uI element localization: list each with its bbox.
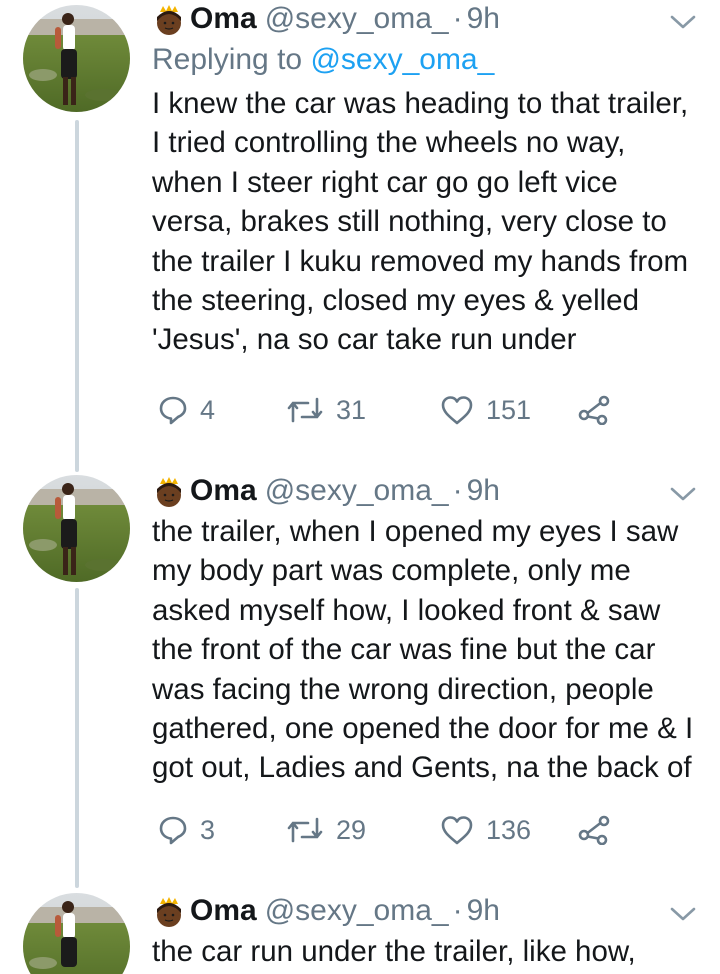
reply-icon	[159, 816, 187, 845]
share-button[interactable]	[578, 815, 610, 845]
reply-button[interactable]: 3	[158, 815, 215, 846]
retweet-button[interactable]: 29	[286, 815, 366, 846]
separator-dot: ·	[452, 894, 463, 927]
timestamp[interactable]: 9h	[467, 894, 500, 928]
thread-line	[75, 588, 79, 888]
user-handle[interactable]: @sexy_oma_	[265, 894, 449, 928]
timestamp[interactable]: 9h	[467, 474, 500, 508]
retweet-icon	[287, 817, 323, 843]
like-button[interactable]: 151	[440, 395, 531, 426]
chevron-down-icon[interactable]	[670, 486, 696, 502]
reply-button[interactable]: 4	[158, 395, 215, 426]
display-name[interactable]: Oma	[190, 474, 257, 508]
heart-icon	[441, 396, 473, 425]
tweet-header: Oma @sexy_oma_ · 9h	[152, 472, 707, 510]
like-button[interactable]: 136	[440, 815, 531, 846]
share-button[interactable]	[578, 395, 610, 425]
tweet-actions: 3 29 136	[158, 812, 618, 848]
tweet-text: the trailer, when I opened my eyes I saw…	[152, 515, 694, 785]
avatar[interactable]	[23, 893, 130, 974]
tweet-text: the car run under the trailer, like how,	[152, 935, 636, 968]
reply-count: 3	[200, 814, 216, 845]
user-handle[interactable]: @sexy_oma_	[265, 474, 449, 508]
share-icon	[578, 815, 610, 845]
chevron-down-icon[interactable]	[670, 14, 696, 30]
chevron-down-icon[interactable]	[670, 906, 696, 922]
heart-icon	[441, 816, 473, 845]
like-count: 151	[486, 394, 532, 425]
display-name[interactable]: Oma	[190, 2, 257, 36]
tweet-actions: 4 31 151	[158, 392, 618, 428]
mention-link[interactable]: @sexy_oma_	[310, 43, 494, 76]
retweet-button[interactable]: 31	[286, 395, 366, 426]
replying-to-label: Replying to	[152, 43, 303, 76]
like-count: 136	[486, 814, 532, 845]
princess-emoji-icon	[152, 475, 186, 509]
replying-to: Replying to @sexy_oma_	[152, 40, 707, 80]
princess-emoji-icon	[152, 895, 186, 929]
princess-emoji-icon	[152, 3, 186, 37]
retweet-count: 29	[336, 814, 367, 845]
retweet-icon	[287, 397, 323, 423]
tweet-header: Oma @sexy_oma_ · 9h	[152, 892, 707, 930]
share-icon	[578, 395, 610, 425]
tweet-text: I knew the car was heading to that trail…	[152, 87, 689, 357]
separator-dot: ·	[452, 474, 463, 507]
separator-dot: ·	[452, 2, 463, 35]
reply-icon	[159, 396, 187, 425]
timestamp[interactable]: 9h	[467, 2, 500, 36]
display-name[interactable]: Oma	[190, 894, 257, 928]
tweet-header: Oma @sexy_oma_ · 9h	[152, 0, 707, 38]
user-handle[interactable]: @sexy_oma_	[265, 2, 449, 36]
reply-count: 4	[200, 394, 216, 425]
retweet-count: 31	[336, 394, 367, 425]
thread-line	[75, 120, 79, 472]
avatar[interactable]	[23, 5, 130, 112]
avatar[interactable]	[23, 475, 130, 582]
